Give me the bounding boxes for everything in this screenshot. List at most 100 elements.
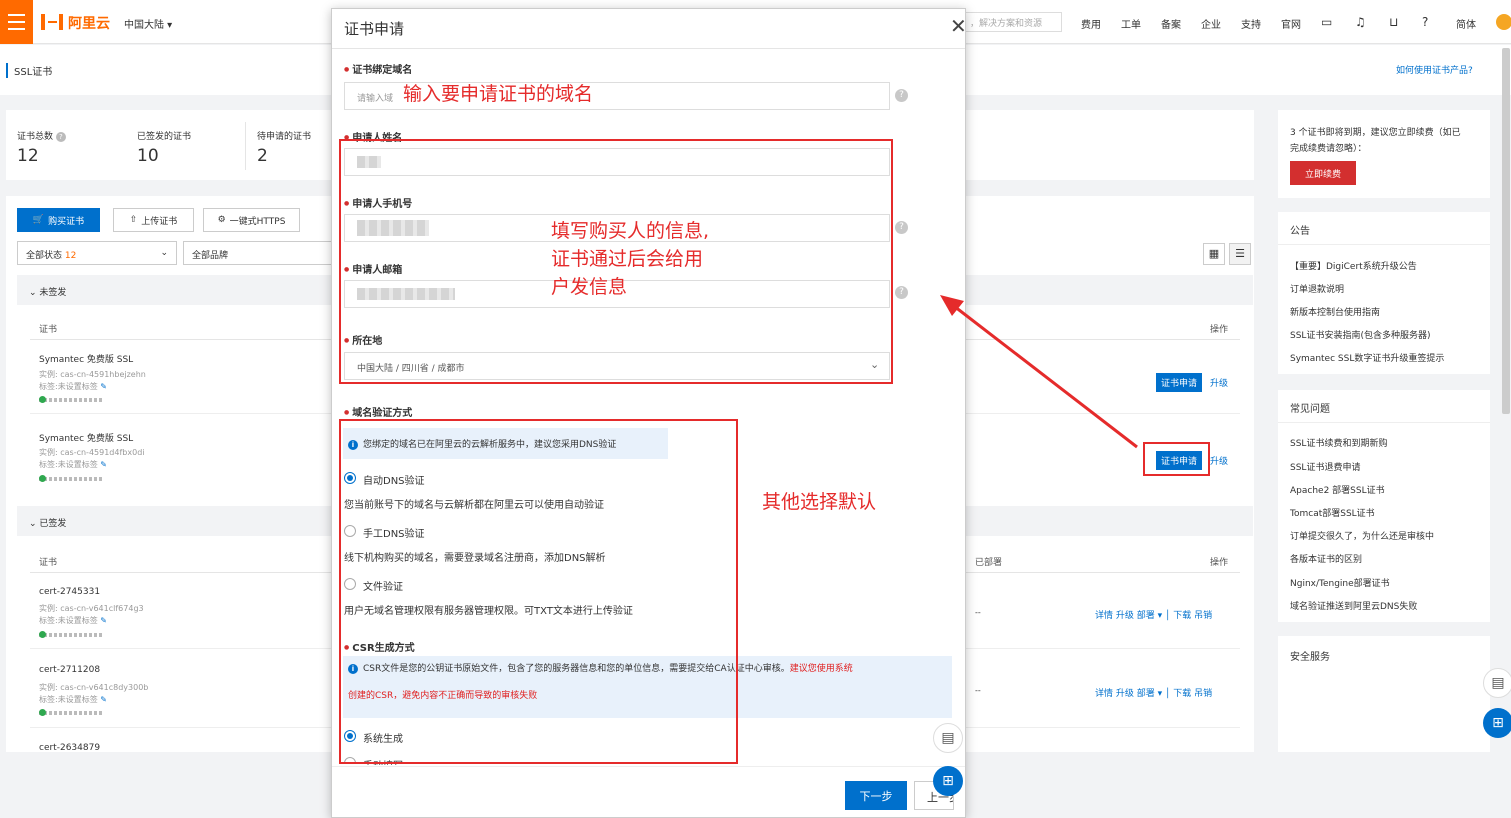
bell-icon[interactable]: ♫ [1355, 15, 1366, 29]
edit-icon: ✎ [100, 460, 107, 469]
next-step-button[interactable]: 下一步 [845, 781, 907, 810]
status-filter-select[interactable]: 全部状态 12 ⌄ [17, 241, 177, 265]
page-title: SSL证书 [6, 63, 52, 78]
faq-item[interactable]: Tomcat部署SSL证书 [1290, 506, 1375, 519]
annotation-buyer-1: 填写购买人的信息, [551, 220, 710, 242]
faq-item[interactable]: SSL证书退费申请 [1290, 460, 1360, 473]
help-icon[interactable]: ? [895, 89, 908, 102]
info-icon: ? [55, 132, 66, 142]
cert-instance: 实例: cas-cn-4591d4fbx0di [39, 448, 145, 457]
cert-instance: 实例: cas-cn-v641clf674g3 [39, 604, 144, 613]
faq-item[interactable]: 订单提交很久了，为什么还是审核中 [1290, 529, 1434, 542]
chat-icon[interactable]: ▤ [933, 723, 963, 753]
divider [332, 766, 965, 767]
renew-now-button[interactable]: 立即续费 [1290, 161, 1356, 185]
faq-title: 常见问题 [1290, 404, 1330, 415]
cert-name: Symantec 免费版 SSL [39, 355, 134, 365]
edit-icon: ✎ [100, 616, 107, 625]
annotation-buyer-3: 户发信息 [551, 276, 628, 298]
nav-support[interactable]: 支持 [1241, 16, 1261, 31]
chevron-down-icon: ⌄ [29, 519, 37, 529]
status-indicator [39, 475, 103, 482]
annotation-arrow [940, 295, 1138, 449]
nav-filing[interactable]: 备案 [1161, 16, 1181, 31]
help-icon[interactable]: ? [895, 286, 908, 299]
annotation-buyer-2: 证书通过后会给用 [551, 248, 704, 270]
cert-tag: 标签:未设置标签 ✎ [39, 616, 107, 625]
nav-language[interactable]: 简体 [1456, 16, 1476, 31]
brand-filter-select[interactable]: 全部品牌 [183, 241, 333, 265]
apps-icon[interactable]: ⊞ [1483, 708, 1511, 738]
upgrade-link[interactable]: 升级 [1210, 454, 1228, 467]
avatar[interactable] [1496, 14, 1511, 30]
dialog-title: 证书申请 [344, 20, 405, 38]
upload-icon: ⇧ [129, 215, 138, 225]
announce-item[interactable]: SSL证书安装指南(包含多种服务器) [1290, 328, 1430, 341]
renew-notice-text: 3 个证书即将到期，建议您立即续费（如已 [1290, 128, 1461, 138]
security-title: 安全服务 [1290, 652, 1330, 663]
nav-tickets[interactable]: 工单 [1121, 16, 1141, 31]
nav-enterprise[interactable]: 企业 [1201, 16, 1221, 31]
cert-tag: 标签:未设置标签 ✎ [39, 460, 107, 469]
announce-item[interactable]: 【重要】DigiCert系统升级公告 [1290, 259, 1417, 272]
cert-tag: 标签:未设置标签 ✎ [39, 695, 107, 704]
faq-item[interactable]: Nginx/Tengine部署证书 [1290, 576, 1390, 589]
terminal-icon[interactable]: ▭ [1321, 15, 1332, 29]
faq-item[interactable]: SSL证书续费和到期新购 [1290, 436, 1387, 449]
nav-fees[interactable]: 费用 [1081, 16, 1101, 31]
stat-total-label: 证书总数 ? [17, 129, 66, 142]
deploy-status: -- [975, 608, 981, 617]
region-selector[interactable]: 中国大陆 ▾ [124, 16, 172, 31]
divider [1278, 244, 1490, 245]
announce-item[interactable]: Symantec SSL数字证书升级重签提示 [1290, 351, 1444, 364]
announce-title: 公告 [1290, 226, 1310, 237]
renew-notice-text: 完成续费请忽略）： [1290, 144, 1367, 154]
annotation-domain: 输入要申请证书的域名 [403, 83, 594, 105]
edit-icon: ✎ [100, 695, 107, 704]
divider [245, 122, 246, 170]
nav-website[interactable]: 官网 [1281, 16, 1301, 31]
cart-icon[interactable]: ⊔ [1389, 15, 1398, 29]
cert-name: cert-2745331 [39, 587, 101, 597]
help-icon[interactable]: ? [1422, 15, 1428, 29]
annotation-box-defaults [339, 419, 738, 764]
upload-certificate-button[interactable]: ⇧ 上传证书 [113, 208, 194, 232]
signed-ops-links[interactable]: 详情 升级 部署 ▾ │ 下载 吊销 [1095, 608, 1212, 621]
signed-ops-links[interactable]: 详情 升级 部署 ▾ │ 下载 吊销 [1095, 686, 1212, 699]
domain-label: 证书绑定域名 [344, 61, 412, 76]
help-icon[interactable]: ? [895, 221, 908, 234]
cert-name: cert-2634879 [39, 743, 101, 753]
faq-item[interactable]: Apache2 部署SSL证书 [1290, 483, 1385, 496]
stat-pending-label: 待申请的证书 [257, 132, 312, 142]
cert-instance: 实例: cas-cn-v641c8dy300b [39, 683, 149, 692]
cert-name: Symantec 免费版 SSL [39, 434, 134, 444]
stat-pending-value: 2 [257, 146, 268, 166]
deploy-status: -- [975, 686, 981, 695]
announce-item[interactable]: 订单退款说明 [1290, 282, 1344, 295]
chevron-down-icon: ⌄ [160, 248, 168, 258]
help-link[interactable]: 如何使用证书产品? [1396, 63, 1473, 76]
faq-item[interactable]: 各版本证书的区别 [1290, 552, 1362, 565]
verify-method-label: 域名验证方式 [344, 404, 412, 419]
buy-certificate-button[interactable]: 🛒 购买证书 [17, 208, 100, 232]
cert-tag: 标签:未设置标签 ✎ [39, 382, 107, 391]
annotation-defaults: 其他选择默认 [762, 491, 877, 513]
announce-item[interactable]: 新版本控制台使用指南 [1290, 305, 1380, 318]
close-icon[interactable]: ✕ [950, 14, 967, 38]
edit-icon: ✎ [100, 382, 107, 391]
chat-icon[interactable]: ▤ [1483, 668, 1511, 698]
stat-issued-label: 已签发的证书 [137, 132, 192, 142]
hamburger-menu-icon[interactable] [0, 0, 33, 44]
one-click-https-button[interactable]: ⚙ 一键式HTTPS [203, 208, 300, 232]
status-indicator [39, 631, 103, 638]
upgrade-link[interactable]: 升级 [1210, 376, 1228, 389]
faq-item[interactable]: 域名验证推送到阿里云DNS失败 [1290, 599, 1417, 612]
apply-certificate-button[interactable]: 证书申请 [1156, 373, 1203, 392]
apps-icon[interactable]: ⊞ [933, 766, 963, 796]
stat-total-value: 12 [17, 146, 39, 166]
cert-instance: 实例: cas-cn-4591hbejzehn [39, 370, 146, 379]
grid-view-icon[interactable]: ▦ [1203, 243, 1225, 265]
search-input[interactable]: ，解决方案和资源 [966, 12, 1062, 32]
page-scrollbar[interactable] [1502, 48, 1510, 414]
list-view-icon[interactable]: ☰ [1229, 243, 1251, 265]
